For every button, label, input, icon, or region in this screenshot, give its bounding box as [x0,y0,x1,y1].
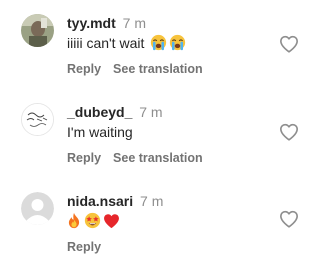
comment-header: nida.nsari 7 m [67,192,163,210]
username[interactable]: tyy.mdt [67,15,116,31]
comment-header: _dubeyd_ 7 m [67,103,163,121]
username[interactable]: nida.nsari [67,193,133,209]
reply-button[interactable]: Reply [67,62,101,76]
avatar[interactable] [21,103,54,136]
heart-outline-icon [280,210,298,228]
reply-button[interactable]: Reply [67,240,101,254]
timestamp: 7 m [122,15,146,31]
like-button[interactable] [279,35,299,53]
heart-outline-icon [280,123,298,141]
comment-actions: Reply See translation [67,61,203,77]
avatar[interactable] [21,192,54,225]
star-struck-face-icon [84,212,101,233]
comment-text-body: I'm waiting [67,124,133,140]
loudly-crying-face-icon [169,34,186,55]
comment-text: iiiii can't wait [67,34,186,55]
loudly-crying-face-icon [150,34,167,55]
comment-text [66,212,120,233]
comment-item: nida.nsari 7 m Reply [0,192,318,280]
avatar[interactable] [21,14,54,47]
comment-item: tyy.mdt 7 m iiiii can't wait Reply See t… [0,14,318,102]
fire-icon [66,212,82,233]
see-translation-button[interactable]: See translation [113,151,203,165]
reply-button[interactable]: Reply [67,151,101,165]
comment-text: I'm waiting [67,123,133,141]
like-button[interactable] [279,210,299,228]
heart-outline-icon [280,35,298,53]
comment-actions: Reply [67,239,101,255]
see-translation-button[interactable]: See translation [113,62,203,76]
comment-actions: Reply See translation [67,150,203,166]
username[interactable]: _dubeyd_ [67,104,132,120]
comment-item: _dubeyd_ 7 m I'm waiting Reply See transl… [0,103,318,191]
default-avatar-icon [21,192,54,225]
comment-header: tyy.mdt 7 m [67,14,146,32]
like-button[interactable] [279,123,299,141]
comment-text-body: iiiii can't wait [67,35,145,51]
timestamp: 7 m [140,193,164,209]
red-heart-icon [103,213,120,233]
timestamp: 7 m [139,104,163,120]
